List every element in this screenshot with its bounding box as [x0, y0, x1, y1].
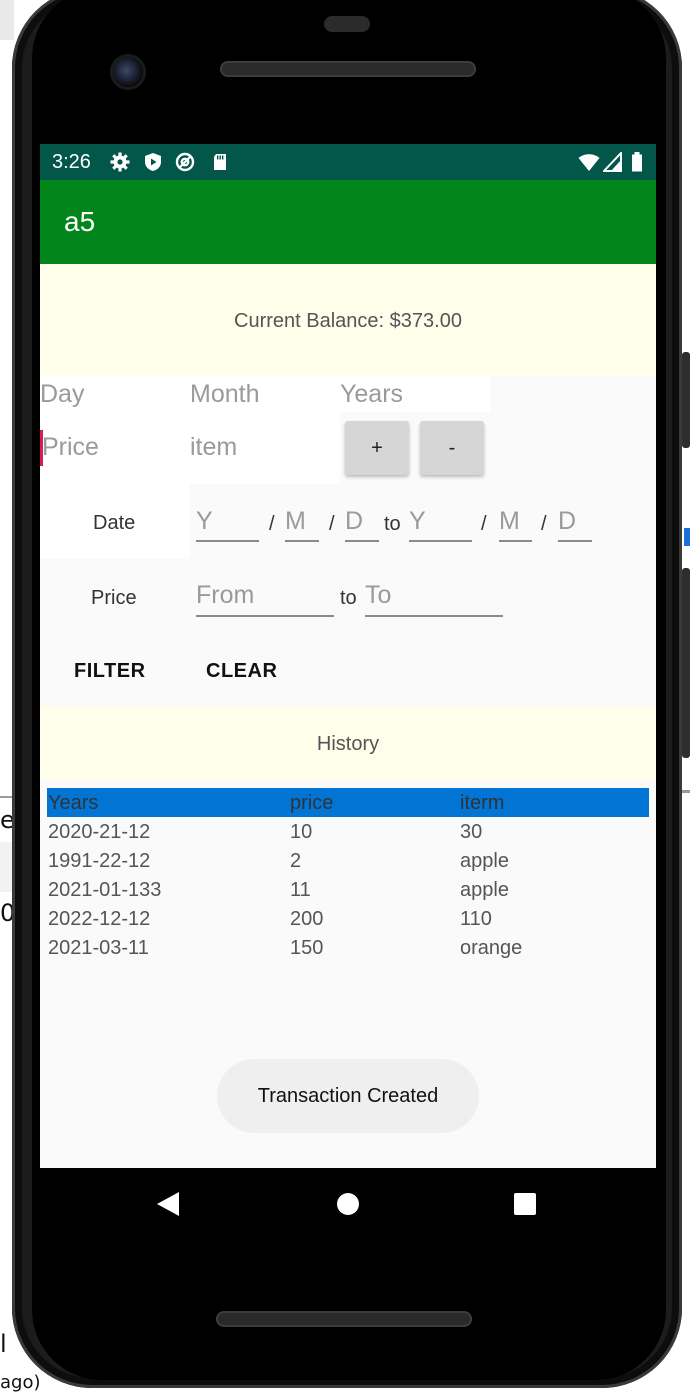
from-month-input[interactable]: M: [285, 507, 306, 536]
power-button[interactable]: [682, 352, 690, 448]
top-speaker-grille: [220, 61, 476, 77]
table-cell: 1991-22-12: [48, 850, 151, 872]
table-cell: 200: [290, 908, 324, 930]
years-input[interactable]: Years: [340, 380, 403, 409]
at-sign-icon: [175, 152, 195, 172]
table-cell: 11: [290, 879, 311, 901]
settings-icon: [110, 152, 130, 172]
background-accent: [684, 528, 690, 546]
column-header-years: Years: [48, 792, 99, 814]
price-to-underline: [365, 615, 503, 617]
filter-button[interactable]: FILTER: [74, 660, 146, 683]
price-from-underline: [196, 615, 334, 617]
table-cell: 2021-03-11: [48, 937, 149, 959]
status-bar: 3:26: [40, 144, 656, 180]
date-filter-label: Date: [93, 512, 136, 534]
signal-icon: [603, 152, 622, 172]
table-cell: orange: [460, 937, 523, 959]
price-to-input[interactable]: To: [365, 581, 391, 610]
item-input[interactable]: item: [190, 433, 237, 462]
price-to-label: to: [340, 587, 357, 609]
table-cell: 2020-21-12: [48, 821, 151, 843]
price-filter-label: Price: [91, 587, 137, 609]
battery-icon: [632, 152, 642, 172]
table-cell: 2: [290, 850, 302, 872]
to-year-underline: [409, 540, 472, 542]
date-separator: /: [269, 513, 275, 535]
navigation-bar: [40, 1168, 656, 1240]
wifi-icon: [578, 154, 600, 171]
day-input[interactable]: Day: [40, 380, 84, 409]
status-time: 3:26: [52, 151, 91, 173]
table-cell: 110: [460, 908, 492, 930]
front-camera-icon: [113, 57, 143, 87]
bottom-speaker-grille: [216, 1311, 472, 1327]
emulator-window: e 0 l ago) 3:26 a5 Current Balance: $373…: [0, 0, 690, 1394]
column-header-price: price: [290, 792, 334, 814]
month-input[interactable]: Month: [190, 380, 259, 409]
table-cell: apple: [460, 879, 509, 901]
back-icon[interactable]: [157, 1192, 179, 1216]
price-input[interactable]: Price: [42, 433, 99, 462]
app-title: a5: [64, 206, 96, 237]
add-button[interactable]: +: [345, 421, 409, 475]
table-cell: apple: [460, 850, 509, 872]
toast-message: Transaction Created: [217, 1059, 479, 1133]
background-panel-left: [0, 0, 14, 40]
date-separator: /: [541, 513, 547, 535]
earpiece-top: [324, 16, 370, 32]
table-cell: 10: [290, 821, 313, 843]
from-month-underline: [285, 540, 319, 542]
background-edge-text: ago): [0, 1372, 41, 1393]
current-balance: Current Balance: $373.00: [234, 310, 462, 332]
from-year-input[interactable]: Y: [196, 507, 213, 536]
table-cell: 150: [290, 937, 324, 959]
to-year-input[interactable]: Y: [409, 507, 426, 536]
from-year-underline: [196, 540, 259, 542]
recents-icon[interactable]: [514, 1193, 536, 1215]
shield-play-icon: [145, 153, 161, 171]
to-day-underline: [558, 540, 592, 542]
to-day-input[interactable]: D: [558, 507, 576, 536]
app-screen: 3:26 a5 Current Balance: $373.00 Day Mon…: [40, 144, 656, 1168]
column-header-item: iterm: [460, 792, 505, 814]
home-icon[interactable]: [337, 1193, 359, 1215]
background-edge-text: l: [0, 1330, 7, 1358]
history-title: History: [316, 733, 380, 755]
table-cell: 30: [460, 821, 483, 843]
date-separator: /: [481, 513, 487, 535]
table-cell: 2022-12-12: [48, 908, 151, 930]
table-header: [47, 788, 649, 817]
price-from-input[interactable]: From: [196, 581, 254, 610]
to-month-underline: [499, 540, 532, 542]
clear-button[interactable]: CLEAR: [206, 660, 277, 683]
subtract-button[interactable]: -: [420, 421, 484, 475]
from-day-input[interactable]: D: [345, 507, 363, 536]
date-separator: /: [329, 513, 335, 535]
to-month-input[interactable]: M: [499, 507, 520, 536]
volume-button[interactable]: [682, 568, 690, 758]
sd-card-icon: [214, 154, 226, 170]
table-cell: 2021-01-133: [48, 879, 162, 901]
date-to-label: to: [384, 513, 401, 535]
from-day-underline: [345, 540, 379, 542]
app-bar: [40, 180, 656, 264]
